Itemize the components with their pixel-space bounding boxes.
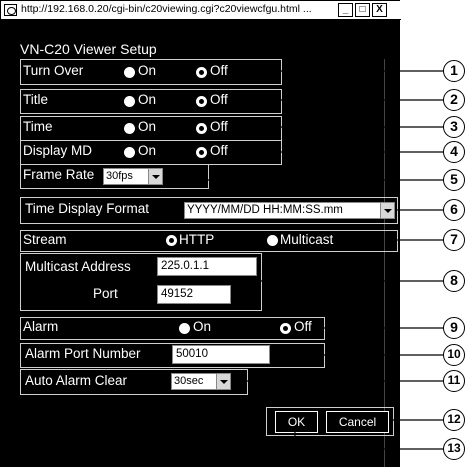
leader-13 (294, 432, 445, 450)
callout-3: 3 (443, 116, 465, 138)
callout-2: 2 (443, 89, 465, 111)
callout-1: 1 (443, 60, 465, 82)
callout-13: 13 (443, 438, 465, 460)
callout-7: 7 (443, 229, 465, 251)
callout-12: 12 (443, 409, 465, 431)
callout-leaders (208, 70, 445, 450)
callout-4: 4 (443, 141, 465, 163)
callout-8: 8 (443, 270, 465, 292)
callout-5: 5 (443, 169, 465, 191)
callout-10: 10 (443, 344, 465, 366)
callout-11: 11 (443, 370, 465, 392)
callout-6: 6 (443, 199, 465, 221)
callout-9: 9 (443, 317, 465, 339)
